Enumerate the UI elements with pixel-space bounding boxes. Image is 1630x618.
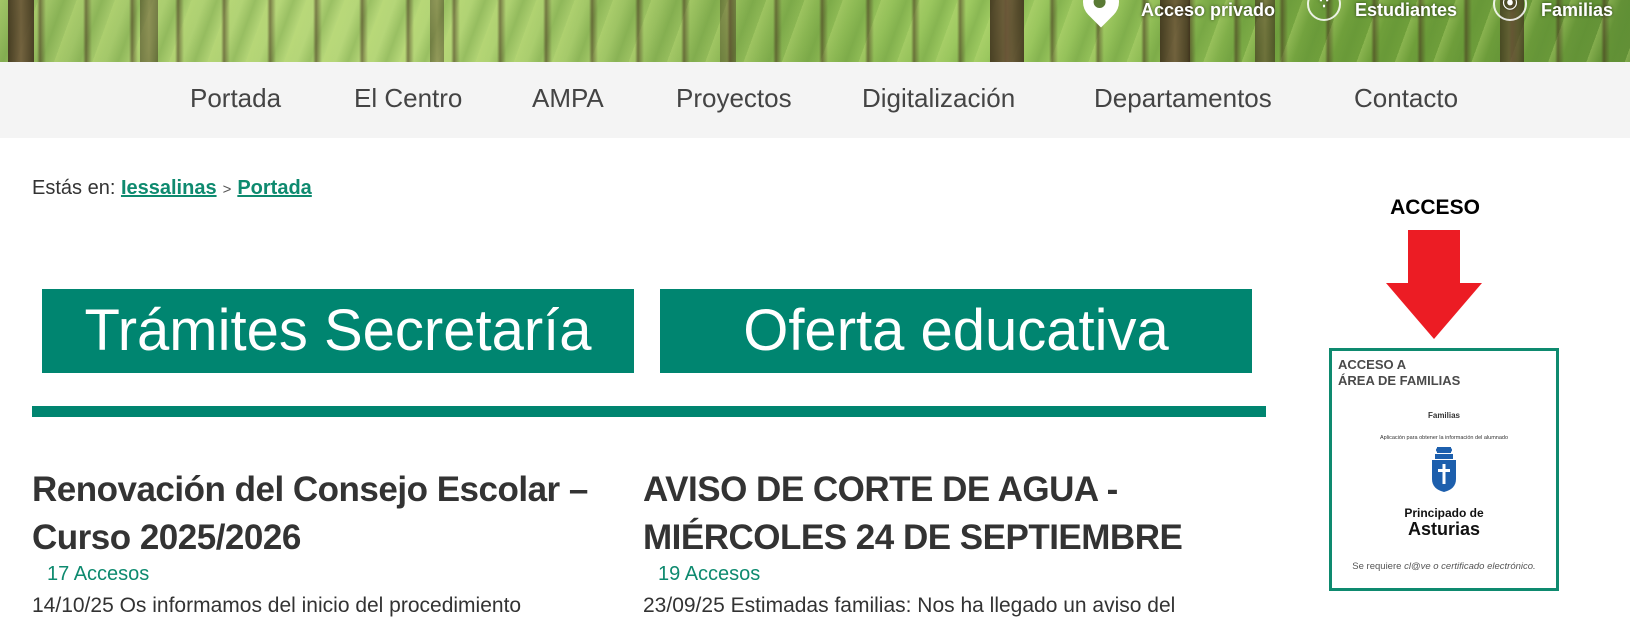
nav-item-proyectos[interactable]: Proyectos	[676, 83, 792, 114]
breadcrumb-separator: >	[222, 181, 232, 198]
broadcast-icon: ⦿	[1493, 0, 1527, 21]
banner-tree-trunk	[8, 0, 34, 62]
top-link-label: Acceso privado	[1141, 0, 1276, 20]
article-title[interactable]: Renovación del Consejo Escolar – Curso 2…	[32, 466, 622, 562]
rss-icon: ∵	[1307, 0, 1341, 21]
nav-item-digitalizacion[interactable]: Digitalización	[862, 83, 1015, 114]
breadcrumb-link-home[interactable]: Iessalinas	[121, 177, 217, 199]
breadcrumb: Estás en: Iessalinas > Portada	[32, 177, 312, 200]
breadcrumb-prefix: Estás en:	[32, 177, 116, 199]
article-intro: 23/09/25 Estimadas familias: Nos ha lleg…	[643, 594, 1176, 617]
top-link-label: Estudiantes	[1355, 0, 1458, 20]
down-arrow-icon-head	[1386, 283, 1482, 339]
banner-tree-trunk	[430, 0, 444, 62]
section-divider	[32, 406, 1266, 417]
sidebar-heading: ACCESO	[1390, 196, 1480, 219]
nav-item-portada[interactable]: Portada	[190, 83, 281, 114]
top-link-label: Familias	[1541, 0, 1614, 20]
card-app-name: Familias	[1427, 411, 1460, 420]
article-intro: 14/10/25 Os informamos del inicio del pr…	[32, 594, 522, 617]
top-link-familias[interactable]: ⦿ Familias	[1493, 0, 1613, 21]
tramites-secretaria-banner[interactable]: Trámites Secretaría	[42, 289, 634, 373]
article-title[interactable]: AVISO DE CORTE DE AGUA - MIÉRCOLES 24 DE…	[643, 466, 1243, 562]
down-arrow-icon	[1408, 230, 1460, 284]
nav-item-el-centro[interactable]: El Centro	[354, 83, 462, 114]
oferta-educativa-banner[interactable]: Oferta educativa	[660, 289, 1252, 373]
familias-access-card[interactable]: ACCESO A ÁREA DE FAMILIAS Familias Aplic…	[1329, 348, 1559, 591]
nav-item-departamentos[interactable]: Departamentos	[1094, 83, 1272, 114]
nav-item-ampa[interactable]: AMPA	[532, 83, 604, 114]
card-footer-italic: cl@ve o certificado electrónico.	[1404, 561, 1536, 572]
card-footer: Se requiere cl@ve o certificado electrón…	[1332, 561, 1556, 572]
article-hits: 19 Accesos	[658, 563, 761, 585]
card-org-line1: Principado de	[1404, 506, 1484, 520]
breadcrumb-link-portada[interactable]: Portada	[237, 177, 311, 199]
card-title-line2: ÁREA DE FAMILIAS	[1338, 373, 1461, 388]
card-title: ACCESO A ÁREA DE FAMILIAS	[1338, 357, 1460, 389]
card-org-line2: Asturias	[1407, 519, 1481, 539]
header-banner: Acceso privado ∵ Estudiantes ⦿ Familias	[0, 0, 1630, 62]
nav-item-contacto[interactable]: Contacto	[1354, 83, 1458, 114]
main-nav: Portada El Centro AMPA Proyectos Digital…	[0, 62, 1630, 138]
article-hits: 17 Accesos	[47, 563, 150, 585]
top-link-acceso-privado[interactable]: Acceso privado	[1141, 0, 1275, 21]
banner-tree-trunk	[140, 0, 158, 62]
card-title-line1: ACCESO A	[1338, 357, 1407, 372]
card-footer-prefix: Se requiere	[1352, 561, 1405, 572]
asturias-shield-icon	[1432, 447, 1456, 492]
banner-tree-trunk	[990, 0, 1024, 62]
map-pin-icon	[1075, 0, 1127, 28]
top-link-estudiantes[interactable]: ∵ Estudiantes	[1307, 0, 1457, 21]
banner-tree-trunk	[720, 0, 736, 62]
card-app-description: Aplicación para obtener la información d…	[1379, 435, 1509, 441]
